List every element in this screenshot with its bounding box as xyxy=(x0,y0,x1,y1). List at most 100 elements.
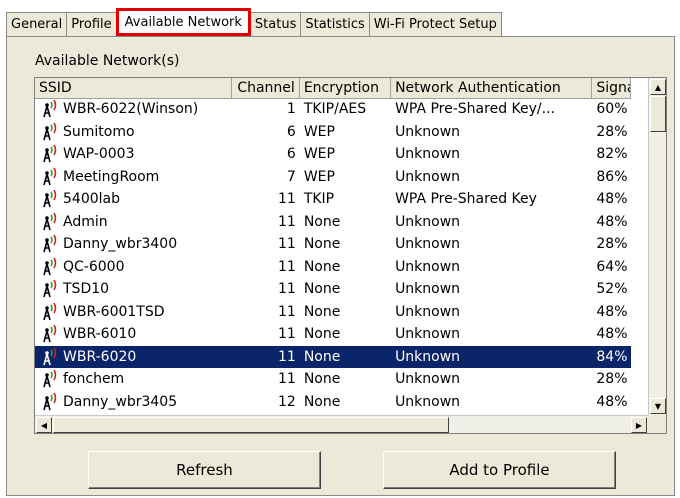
row-channel: 7 xyxy=(286,168,296,185)
scroll-left-button[interactable]: ◀ xyxy=(36,417,52,433)
network-row[interactable]: QC-6000 11 None Unknown 64% xyxy=(35,256,631,279)
row-network-authentication: Unknown xyxy=(395,258,461,275)
add-to-profile-button[interactable]: Add to Profile xyxy=(383,451,616,489)
row-network-authentication: Unknown xyxy=(395,168,461,185)
row-channel: 11 xyxy=(277,213,296,230)
wireless-signal-icon xyxy=(39,100,61,118)
row-signal: 48% xyxy=(596,326,628,343)
wireless-signal-icon xyxy=(39,302,61,321)
row-network-authentication: Unknown xyxy=(395,213,461,230)
row-signal: 48% xyxy=(596,213,628,230)
ssid-text: Sumitomo xyxy=(63,123,135,140)
row-encryption: None xyxy=(303,258,341,275)
row-signal: 28% xyxy=(596,123,628,140)
ssid-text: WAP-0003 xyxy=(63,146,135,163)
tab-general[interactable]: General xyxy=(6,12,68,36)
wireless-signal-icon xyxy=(39,280,61,298)
wireless-signal-icon xyxy=(39,347,61,366)
column-header-signal[interactable]: Signa xyxy=(592,78,632,98)
row-network-authentication: Unknown xyxy=(395,326,461,343)
wireless-signal-icon xyxy=(39,145,61,163)
row-signal: 84% xyxy=(596,348,628,365)
network-row[interactable]: TSD10 11 None Unknown 52% xyxy=(35,278,631,301)
arrow-down-icon: ▼ xyxy=(654,401,662,411)
arrow-up-icon: ▲ xyxy=(654,82,662,92)
column-header-channel[interactable]: Channel xyxy=(232,78,300,98)
column-header-encryption[interactable]: Encryption xyxy=(300,78,392,98)
row-channel: 11 xyxy=(277,236,296,253)
row-channel: 6 xyxy=(286,123,296,140)
ssid-text: QC-6000 xyxy=(63,258,125,275)
network-row[interactable]: Sumitomo 6 WEP Unknown 28% xyxy=(35,121,631,144)
vertical-scrollbar[interactable]: ▲ ▼ xyxy=(648,78,666,415)
network-row[interactable]: Danny_wbr3400 11 None Unknown 28% xyxy=(35,233,631,256)
network-row[interactable]: 5400lab 11 TKIP WPA Pre-Shared Key 48% xyxy=(35,188,631,211)
column-header-ssid[interactable]: SSID xyxy=(35,78,233,98)
network-row[interactable]: MeetingRoom 7 WEP Unknown 86% xyxy=(35,166,631,189)
row-channel: 11 xyxy=(277,191,296,208)
row-encryption: None xyxy=(303,348,341,365)
wireless-signal-icon xyxy=(39,257,61,276)
scroll-down-button[interactable]: ▼ xyxy=(650,398,666,414)
row-ssid: QC-6000 xyxy=(35,257,232,276)
row-ssid: WAP-0003 xyxy=(35,145,232,163)
ssid-text: fonchem xyxy=(63,371,125,388)
wireless-signal-icon xyxy=(39,122,61,141)
row-ssid: TSD10 xyxy=(35,280,232,298)
scroll-corner xyxy=(648,415,666,433)
wireless-signal-icon xyxy=(39,167,61,186)
tab-status[interactable]: Status xyxy=(249,12,302,36)
row-channel: 6 xyxy=(286,146,296,163)
row-signal: 86% xyxy=(596,168,628,185)
network-row[interactable]: fonchem 11 None Unknown 28% xyxy=(35,368,631,391)
wireless-signal-icon xyxy=(39,235,61,253)
network-row[interactable]: Danny_wbr3405 12 None Unknown 48% xyxy=(35,391,631,414)
tab-wifi-protect-setup[interactable]: Wi-Fi Protect Setup xyxy=(368,12,502,36)
row-channel: 12 xyxy=(277,393,296,410)
refresh-button[interactable]: Refresh xyxy=(88,451,321,489)
network-row[interactable]: WAP-0003 6 WEP Unknown 82% xyxy=(35,143,631,166)
row-encryption: None xyxy=(303,393,341,410)
row-ssid: WBR-6020 xyxy=(35,347,232,366)
row-encryption: None xyxy=(303,371,341,388)
ssid-text: WBR-6001TSD xyxy=(63,303,165,320)
arrow-right-icon: ▶ xyxy=(635,420,643,430)
wireless-signal-icon xyxy=(39,212,61,231)
row-network-authentication: WPA Pre-Shared Key/... xyxy=(395,101,555,118)
row-ssid: WBR-6022(Winson) xyxy=(35,100,232,118)
network-row[interactable]: WBR-6022(Winson) 1 TKIP/AES WPA Pre-Shared … xyxy=(35,98,631,121)
row-network-authentication: Unknown xyxy=(395,236,461,253)
row-channel: 11 xyxy=(277,258,296,275)
available-networks-label: Available Network(s) xyxy=(35,53,180,69)
horizontal-scrollbar[interactable]: ◀ ▶ xyxy=(35,415,648,433)
list-header: SSID Channel Encryption Network Authenti… xyxy=(35,78,632,99)
network-row[interactable]: WBR-6010 11 None Unknown 48% xyxy=(35,323,631,346)
arrow-left-icon: ◀ xyxy=(40,420,48,430)
row-signal: 48% xyxy=(596,303,628,320)
network-list[interactable]: SSID Channel Encryption Network Authenti… xyxy=(34,77,667,434)
ssid-text: Danny_wbr3400 xyxy=(63,236,178,253)
row-signal: 60% xyxy=(596,101,628,118)
tab-statistics[interactable]: Statistics xyxy=(300,12,370,36)
network-row[interactable]: Admin 11 None Unknown 48% xyxy=(35,211,631,234)
row-encryption: TKIP/AES xyxy=(303,101,367,118)
network-row[interactable]: WBR-6020 11 None Unknown 84% xyxy=(35,345,631,368)
row-ssid: fonchem xyxy=(35,370,232,388)
wireless-signal-icon xyxy=(39,392,61,411)
column-header-network-authentication[interactable]: Network Authentication xyxy=(391,78,593,98)
row-ssid: WBR-6010 xyxy=(35,325,232,343)
scroll-right-button[interactable]: ▶ xyxy=(631,417,647,433)
row-encryption: None xyxy=(303,236,341,253)
vertical-scroll-thumb[interactable] xyxy=(650,96,666,132)
row-encryption: WEP xyxy=(303,146,335,163)
row-ssid: Danny_wbr3400 xyxy=(35,235,232,253)
scroll-up-button[interactable]: ▲ xyxy=(650,79,666,95)
horizontal-scroll-thumb[interactable] xyxy=(53,417,449,433)
row-network-authentication: Unknown xyxy=(395,303,461,320)
row-ssid: 5400lab xyxy=(35,190,232,208)
row-encryption: WEP xyxy=(303,123,335,140)
row-signal: 48% xyxy=(596,393,628,410)
network-row[interactable]: WBR-6001TSD 11 None Unknown 48% xyxy=(35,301,631,324)
tab-available-network[interactable]: Available Network xyxy=(115,8,251,36)
tab-profile[interactable]: Profile xyxy=(66,12,117,36)
